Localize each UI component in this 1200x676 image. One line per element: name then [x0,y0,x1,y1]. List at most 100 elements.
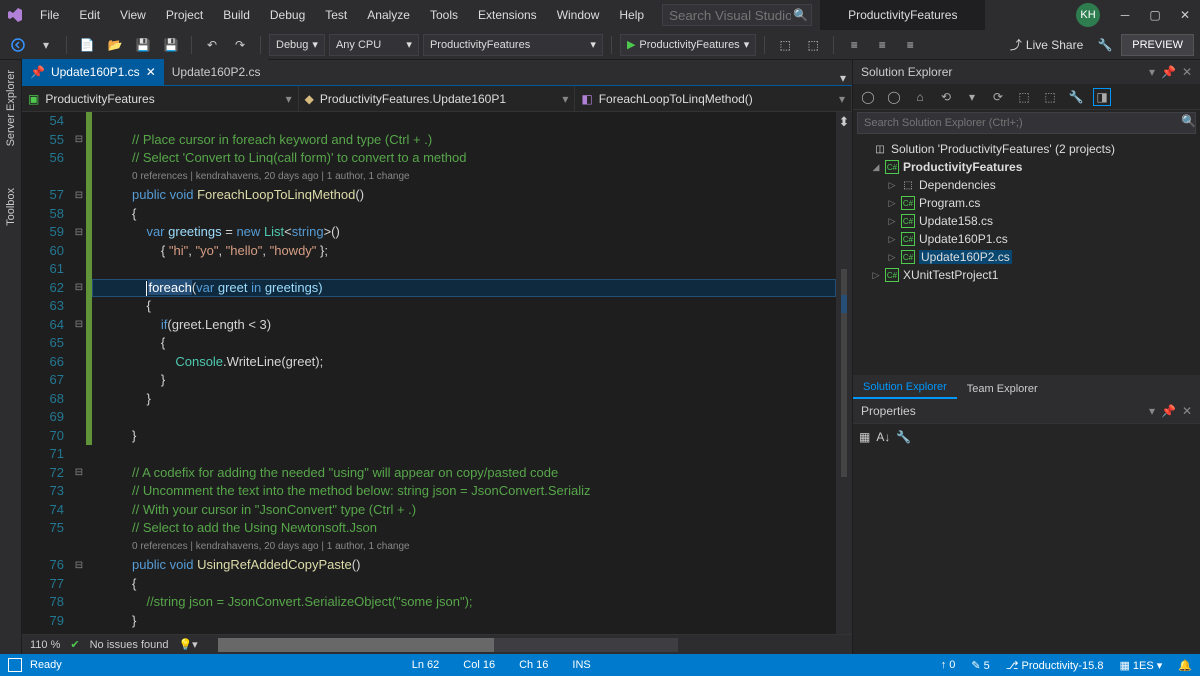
menu-analyze[interactable]: Analyze [357,2,420,28]
status-ch[interactable]: Ch 16 [519,659,548,671]
refresh-icon[interactable]: ⟳ [989,88,1007,106]
status-lang[interactable]: ▦ 1ES ▾ [1119,659,1162,672]
dropdown-icon[interactable]: ▾ [1149,65,1155,79]
menu-tools[interactable]: Tools [420,2,468,28]
comment-icon[interactable]: ≡ [898,33,922,57]
collapse-icon[interactable]: ⬚ [1015,88,1033,106]
filter-icon[interactable]: ▾ [963,88,981,106]
menu-extensions[interactable]: Extensions [468,2,547,28]
run-button[interactable]: ▶ProductivityFeatures▾ [620,34,756,56]
status-ins[interactable]: INS [572,659,590,671]
step-icon[interactable]: ⬚ [773,33,797,57]
feedback-icon[interactable]: 🔧 [1093,33,1117,57]
menu-test[interactable]: Test [315,2,357,28]
sync-icon[interactable]: ⟲ [937,88,955,106]
menu-file[interactable]: File [30,2,69,28]
close-panel-icon[interactable]: ✕ [1182,404,1192,418]
menu-edit[interactable]: Edit [69,2,110,28]
title-search-input[interactable] [662,4,812,26]
fwd-icon[interactable]: ◯ [885,88,903,106]
nav-member[interactable]: ◧ForeachLoopToLinqMethod()▾ [575,86,852,111]
doc-tab[interactable]: Update160P2.cs [164,59,269,85]
dropdown-icon[interactable]: ▾ [1149,404,1155,418]
tree-item[interactable]: ▷C#Update158.cs [859,212,1194,230]
search-icon[interactable]: 🔍 [793,8,808,22]
nav-fwd-button[interactable]: ▾ [34,33,58,57]
menu-debug[interactable]: Debug [260,2,315,28]
platform-dropdown[interactable]: Any CPU▾ [329,34,419,56]
show-all-icon[interactable]: ⬚ [1041,88,1059,106]
user-avatar[interactable]: KH [1076,3,1100,27]
horizontal-scrollbar[interactable] [218,638,678,652]
menu-view[interactable]: View [110,2,156,28]
codelens[interactable]: 0 references | kendrahavens, 20 days ago… [92,168,836,187]
home-icon[interactable]: ⌂ [911,88,929,106]
startup-dropdown[interactable]: ProductivityFeatures▾ [423,34,603,56]
solution-tree[interactable]: ◫Solution 'ProductivityFeatures' (2 proj… [853,136,1200,375]
tab-toolbox[interactable]: Toolbox [3,182,19,232]
save-icon[interactable]: 💾 [131,33,155,57]
codelens[interactable]: 0 references | kendrahavens, 20 days ago… [92,538,836,557]
categorize-icon[interactable]: ▦ [859,430,870,444]
pin-icon[interactable]: 📌 [1161,65,1176,79]
indent-icon[interactable]: ≡ [842,33,866,57]
tab-solution-explorer[interactable]: Solution Explorer [853,377,957,399]
menu-project[interactable]: Project [156,2,213,28]
lightbulb-icon[interactable]: 💡▾ [178,638,197,651]
tab-overflow-icon[interactable]: ▾ [840,71,846,85]
tree-item[interactable]: ▷C#Update160P1.cs [859,230,1194,248]
open-file-icon[interactable]: 📂 [103,33,127,57]
doc-tab-active[interactable]: 📌 Update160P1.cs ✕ [22,59,164,85]
maximize-button[interactable]: ▢ [1140,0,1170,30]
search-icon[interactable]: 🔍 [1181,114,1196,128]
code-editor[interactable]: 545556 575859606162636465666768697071727… [22,112,852,634]
project-node[interactable]: ◢C#ProductivityFeatures [859,158,1194,176]
status-col[interactable]: Col 16 [463,659,495,671]
props-wrench-icon[interactable]: 🔧 [896,430,911,444]
back-icon[interactable]: ◯ [859,88,877,106]
status-rect-icon[interactable] [8,658,22,672]
status-errors[interactable]: ✎ 5 [971,659,989,672]
pin-icon[interactable]: 📌 [30,65,45,79]
redo-icon[interactable]: ↷ [228,33,252,57]
alpha-icon[interactable]: A↓ [876,430,890,444]
menu-build[interactable]: Build [213,2,260,28]
step-icon-2[interactable]: ⬚ [801,33,825,57]
outdent-icon[interactable]: ≡ [870,33,894,57]
pin-icon[interactable]: 📌 [1161,404,1176,418]
status-line[interactable]: Ln 62 [412,659,440,671]
save-all-icon[interactable]: 💾 [159,33,183,57]
menu-help[interactable]: Help [609,2,654,28]
config-dropdown[interactable]: Debug▾ [269,34,325,56]
solution-node[interactable]: ◫Solution 'ProductivityFeatures' (2 proj… [859,140,1194,158]
status-upload[interactable]: ↑ 0 [941,659,956,671]
code-body[interactable]: // Place cursor in foreach keyword and t… [92,112,836,634]
zoom-level[interactable]: 110 % [30,639,60,651]
preview-button[interactable]: PREVIEW [1121,34,1194,56]
properties-icon[interactable]: 🔧 [1067,88,1085,106]
close-button[interactable]: ✕ [1170,0,1200,30]
tree-item[interactable]: ▷C#Program.cs [859,194,1194,212]
status-branch[interactable]: ⎇ Productivity-15.8 [1006,659,1104,672]
explorer-tabstrip: Solution Explorer Team Explorer [853,375,1200,399]
tab-team-explorer[interactable]: Team Explorer [957,379,1048,399]
project-node[interactable]: ▷C#XUnitTestProject1 [859,266,1194,284]
close-panel-icon[interactable]: ✕ [1182,65,1192,79]
editor-overview-ruler[interactable]: ⬍ [836,112,852,634]
tree-item[interactable]: ▷⬚Dependencies [859,176,1194,194]
tab-server-explorer[interactable]: Server Explorer [3,64,19,152]
menu-window[interactable]: Window [547,2,610,28]
split-icon[interactable]: ⬍ [839,114,850,130]
nav-type[interactable]: ◆ProductivityFeatures.Update160P1▾ [299,86,576,111]
liveshare-button[interactable]: ⤴Live Share [1010,36,1083,53]
preview-icon[interactable]: ◨ [1093,88,1111,106]
close-tab-icon[interactable]: ✕ [146,65,156,79]
new-project-icon[interactable]: 📄 [75,33,99,57]
tree-item[interactable]: ▷C#Update160P2.cs [859,248,1194,266]
nav-back-button[interactable] [6,33,30,57]
notifications-icon[interactable]: 🔔 [1178,659,1192,672]
undo-icon[interactable]: ↶ [200,33,224,57]
minimize-button[interactable]: ─ [1110,0,1140,30]
solution-search-input[interactable] [857,112,1196,134]
nav-scope[interactable]: ▣ProductivityFeatures▾ [22,86,299,111]
